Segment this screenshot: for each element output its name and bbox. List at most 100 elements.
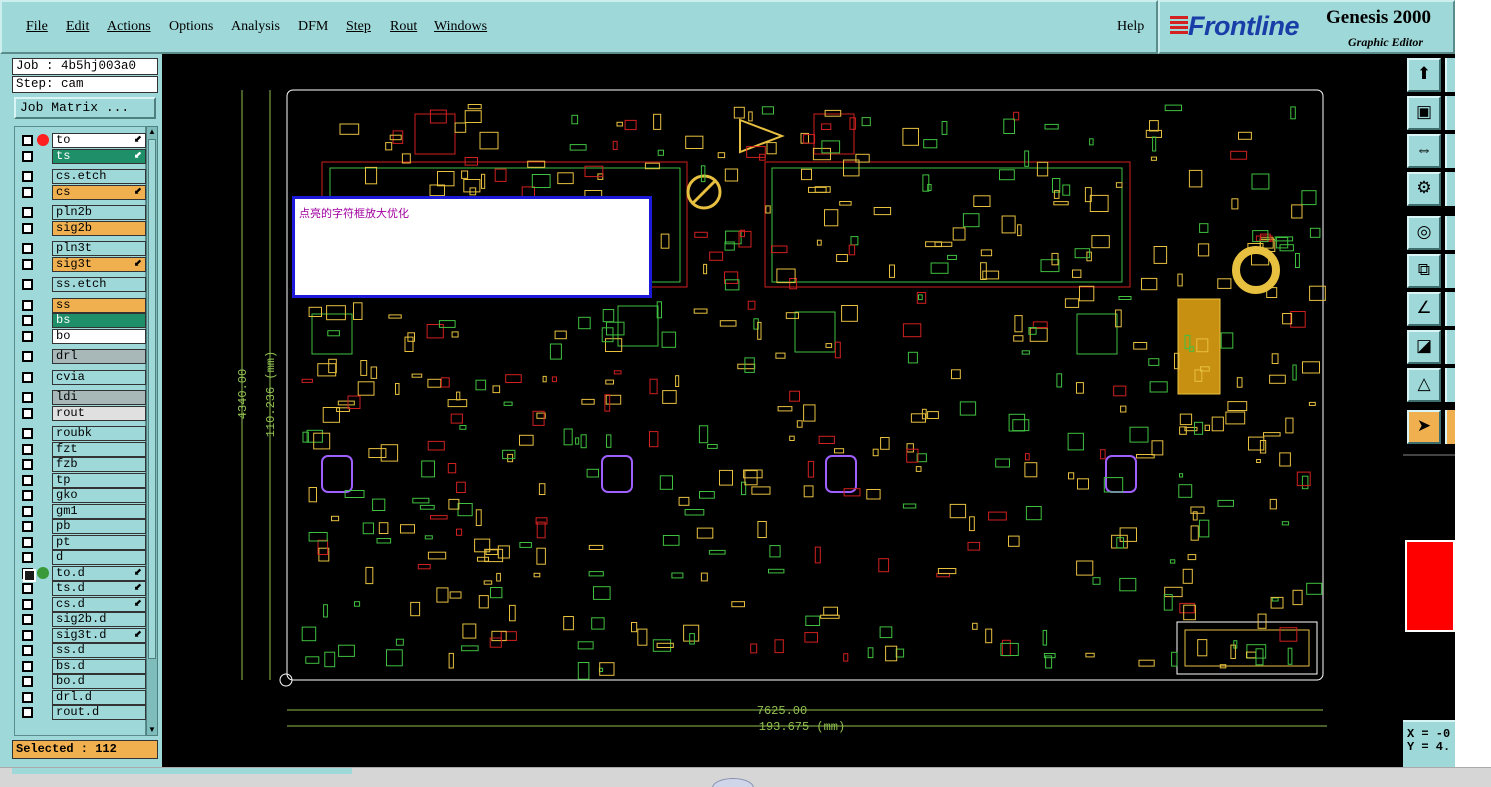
- layer-name[interactable]: pln3t: [52, 241, 146, 256]
- layer-row[interactable]: drl: [19, 349, 146, 364]
- layer-row[interactable]: ts.d ⬋: [19, 581, 146, 596]
- job-matrix-button[interactable]: Job Matrix ...: [14, 97, 156, 119]
- layer-name[interactable]: ts.d ⬋: [52, 581, 146, 596]
- layer-name[interactable]: bo.d: [52, 674, 146, 689]
- layer-name[interactable]: ss.d: [52, 643, 146, 658]
- graphic-canvas[interactable]: 7625.00 193.675 (mm) 4340.00 110.236 (mm) 点…: [162, 54, 1403, 767]
- layer-name[interactable]: cvia: [52, 369, 146, 385]
- layer-checkbox[interactable]: [22, 629, 33, 641]
- layer-name[interactable]: ts ⬋: [52, 148, 146, 164]
- layer-checkbox[interactable]: [22, 459, 33, 470]
- layer-row[interactable]: fzb: [19, 457, 146, 472]
- measure-icon[interactable]: ∠: [1407, 292, 1441, 326]
- tool-secondary-button[interactable]: [1445, 410, 1455, 444]
- layer-name[interactable]: sig3t.d ⬋: [52, 627, 146, 643]
- layer-name[interactable]: fzt: [52, 441, 146, 457]
- layer-row[interactable]: roubk: [19, 426, 146, 441]
- layer-name[interactable]: pln2b: [52, 205, 146, 220]
- pcb-board[interactable]: 7625.00 193.675 (mm) 4340.00 110.236 (mm): [162, 54, 1403, 767]
- layer-checkbox[interactable]: [22, 521, 33, 532]
- layer-name[interactable]: cs.d ⬋: [52, 596, 146, 612]
- layer-name[interactable]: drl.d: [52, 689, 146, 705]
- layer-row[interactable]: gko: [19, 488, 146, 503]
- layer-checkbox[interactable]: [22, 407, 33, 419]
- layer-name[interactable]: rout.d: [52, 705, 146, 720]
- layer-row[interactable]: to ⬋: [19, 133, 146, 148]
- layer-row[interactable]: bo.d: [19, 674, 146, 689]
- layer-checkbox[interactable]: [22, 150, 33, 162]
- layer-name[interactable]: gm1: [52, 503, 146, 519]
- tool-secondary-button[interactable]: [1445, 368, 1455, 402]
- layer-name[interactable]: ldi: [52, 390, 146, 405]
- layer-checkbox[interactable]: [22, 691, 33, 703]
- layer-row[interactable]: cvia: [19, 369, 146, 385]
- layer-row[interactable]: pln3t: [19, 241, 146, 256]
- layer-checkbox[interactable]: [22, 258, 33, 270]
- scroll-up-icon[interactable]: ▲: [147, 127, 157, 137]
- layer-row[interactable]: bs: [19, 313, 146, 328]
- layer-row[interactable]: pt: [19, 534, 146, 550]
- layer-name[interactable]: fzb: [52, 457, 146, 472]
- tool-secondary-button[interactable]: [1445, 58, 1455, 92]
- layer-checkbox[interactable]: [22, 645, 33, 656]
- triangle-icon[interactable]: △: [1407, 368, 1441, 402]
- pad-icon[interactable]: ◪: [1407, 330, 1441, 364]
- layer-checkbox[interactable]: [22, 552, 33, 563]
- layer-checkbox[interactable]: [22, 676, 33, 687]
- layer-name[interactable]: sig3t ⬋: [52, 256, 146, 272]
- layer-scrollbar[interactable]: ▲ ▼: [146, 126, 158, 736]
- layer-name[interactable]: bs.d: [52, 658, 146, 674]
- tool-secondary-button[interactable]: [1445, 134, 1455, 168]
- pointer-icon[interactable]: ➤: [1407, 410, 1441, 444]
- layer-name[interactable]: cs.etch: [52, 169, 146, 184]
- layer-name[interactable]: sig2b.d: [52, 612, 146, 627]
- layer-row[interactable]: gm1: [19, 503, 146, 519]
- layer-checkbox[interactable]: [22, 243, 33, 254]
- layer-row[interactable]: cs.etch: [19, 169, 146, 184]
- layer-name[interactable]: ss: [52, 297, 146, 313]
- layer-name[interactable]: rout: [52, 405, 146, 421]
- layer-row[interactable]: cs ⬋: [19, 184, 146, 200]
- layer-checkbox[interactable]: [22, 443, 33, 455]
- tool-secondary-button[interactable]: [1445, 330, 1455, 364]
- layer-row[interactable]: rout.d: [19, 705, 146, 720]
- menu-step[interactable]: Step: [346, 19, 371, 35]
- layer-name[interactable]: bs: [52, 313, 146, 328]
- layer-row[interactable]: ss.etch: [19, 277, 146, 292]
- layer-checkbox[interactable]: [22, 567, 36, 582]
- layer-checkbox[interactable]: [22, 279, 33, 290]
- layer-name[interactable]: cs ⬋: [52, 184, 146, 200]
- layer-checkbox[interactable]: [22, 474, 33, 486]
- layer-row[interactable]: sig3t ⬋: [19, 256, 146, 272]
- layer-name[interactable]: pb: [52, 519, 146, 534]
- snap-icon[interactable]: ◎: [1407, 216, 1441, 250]
- layer-row[interactable]: tp: [19, 472, 146, 488]
- taskbar-knob-icon[interactable]: [712, 778, 754, 787]
- layer-row[interactable]: ss: [19, 297, 146, 313]
- layer-row[interactable]: sig2b: [19, 220, 146, 236]
- layer-row[interactable]: sig3t.d ⬋: [19, 627, 146, 643]
- tool-secondary-button[interactable]: [1445, 254, 1455, 288]
- frame-icon[interactable]: ▣: [1407, 96, 1441, 130]
- layer-row[interactable]: ts ⬋: [19, 148, 146, 164]
- layer-row[interactable]: ldi: [19, 390, 146, 405]
- settings-icon[interactable]: ⚙: [1407, 172, 1441, 206]
- layer-name[interactable]: bo: [52, 328, 146, 344]
- layer-name[interactable]: to.d ⬋: [52, 565, 146, 581]
- layer-checkbox[interactable]: [22, 371, 33, 383]
- layer-row[interactable]: fzt: [19, 441, 146, 457]
- horizontal-scrollbar[interactable]: [12, 768, 352, 774]
- fit-icon[interactable]: ⇔: [1407, 134, 1441, 168]
- tool-secondary-button[interactable]: [1445, 216, 1455, 250]
- menu-rout[interactable]: Rout: [390, 19, 417, 35]
- layer-row[interactable]: ss.d: [19, 643, 146, 658]
- layer-checkbox[interactable]: [22, 536, 33, 548]
- menu-actions[interactable]: Actions: [107, 19, 151, 35]
- layer-checkbox[interactable]: [22, 351, 33, 362]
- layer-name[interactable]: drl: [52, 349, 146, 364]
- route-icon[interactable]: ⧉: [1407, 254, 1441, 288]
- layer-checkbox[interactable]: [22, 222, 33, 234]
- tool-secondary-button[interactable]: [1445, 96, 1455, 130]
- layer-row[interactable]: bs.d: [19, 658, 146, 674]
- layer-row[interactable]: pln2b: [19, 205, 146, 220]
